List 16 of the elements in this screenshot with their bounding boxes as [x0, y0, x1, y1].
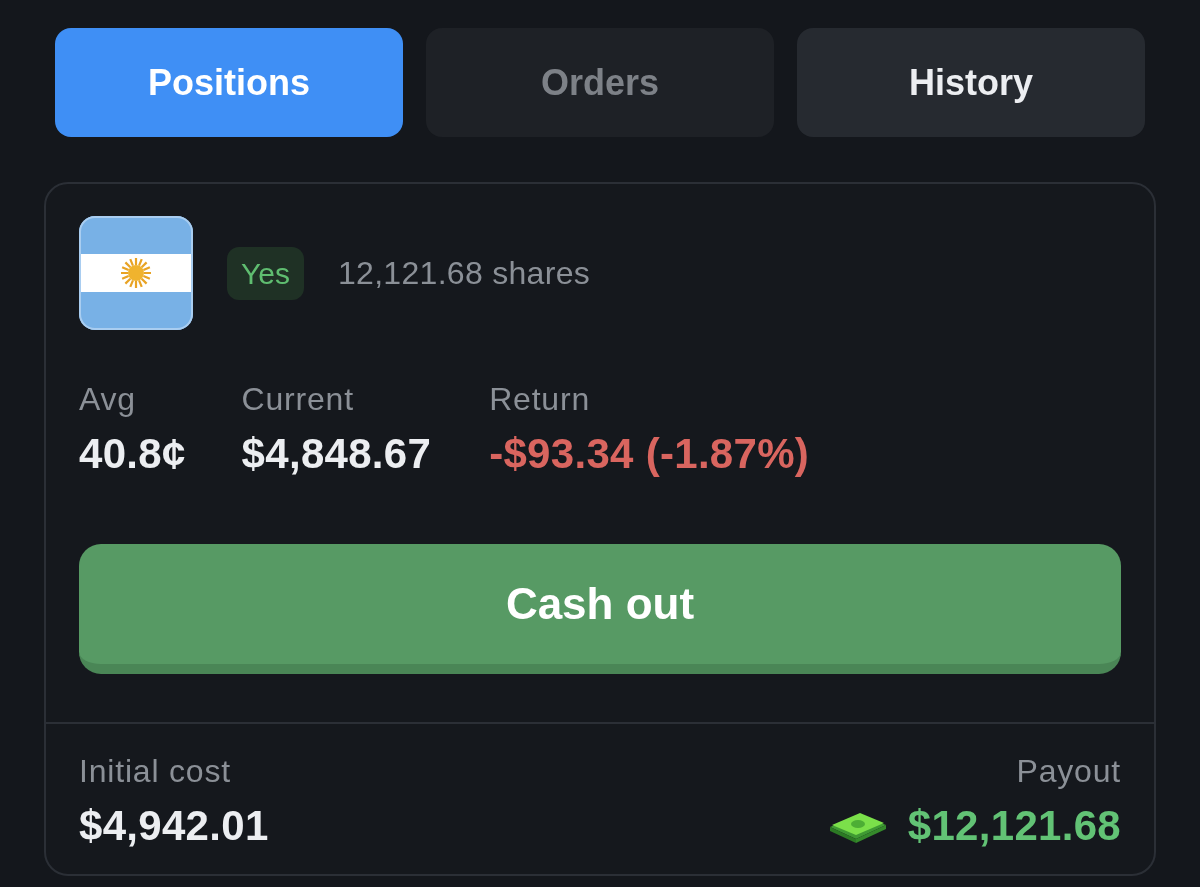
stat-value: $4,848.67: [241, 430, 432, 478]
stat-label: Current: [241, 380, 355, 418]
flag-icon: [79, 216, 193, 330]
stat-label: Avg: [79, 380, 137, 418]
stat-value: -$93.34 (-1.87%): [489, 430, 810, 478]
initial-cost-label: Initial cost: [79, 752, 231, 790]
cash-out-button[interactable]: Cash out: [79, 544, 1121, 674]
outcome-badge: Yes: [227, 246, 304, 300]
tab[interactable]: Positions: [55, 28, 403, 137]
tab[interactable]: History: [797, 28, 1145, 137]
payout-value: $12,121.68: [907, 802, 1121, 850]
payout-label: Payout: [1016, 752, 1121, 790]
shares-count: 12,121.68 shares: [337, 254, 591, 292]
initial-cost-value: $4,942.01: [79, 802, 269, 850]
stat-value: 40.8¢: [79, 430, 186, 478]
stat-label: Return: [489, 380, 591, 418]
